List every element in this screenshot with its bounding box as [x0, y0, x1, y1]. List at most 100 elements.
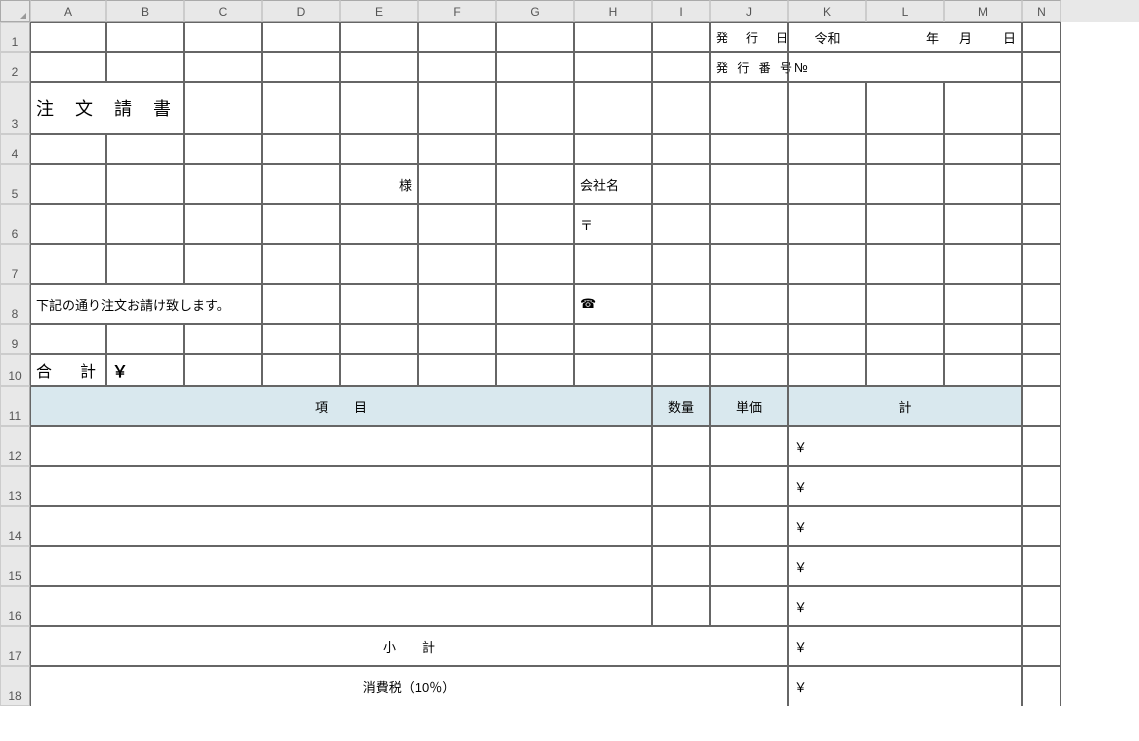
- cell-D4[interactable]: [262, 134, 340, 164]
- cell-N15[interactable]: [1022, 546, 1061, 586]
- rownum-14[interactable]: 14: [0, 506, 30, 546]
- cell-F4[interactable]: [418, 134, 496, 164]
- qty-15[interactable]: [652, 546, 710, 586]
- cell-L6[interactable]: [866, 204, 944, 244]
- cell-J3[interactable]: [710, 82, 788, 134]
- rownum-7[interactable]: 7: [0, 244, 30, 284]
- cell-J8[interactable]: [710, 284, 788, 324]
- cell-E4[interactable]: [340, 134, 418, 164]
- header-subtotal[interactable]: 計: [788, 386, 1022, 426]
- cell-E1[interactable]: [340, 22, 418, 52]
- item-12[interactable]: [30, 426, 652, 466]
- cell-C7[interactable]: [184, 244, 262, 284]
- cell-A6[interactable]: [30, 204, 106, 244]
- cell-G2[interactable]: [496, 52, 574, 82]
- cell-I4[interactable]: [652, 134, 710, 164]
- cell-C1[interactable]: [184, 22, 262, 52]
- cell-N17[interactable]: [1022, 626, 1061, 666]
- cell-L5[interactable]: [866, 164, 944, 204]
- unitprice-14[interactable]: [710, 506, 788, 546]
- cell-E10[interactable]: [340, 354, 418, 386]
- cell-H5-company[interactable]: 会社名: [574, 164, 652, 204]
- cell-K6[interactable]: [788, 204, 866, 244]
- cell-B8[interactable]: [106, 284, 184, 324]
- cell-M7[interactable]: [944, 244, 1022, 284]
- cell-I7[interactable]: [652, 244, 710, 284]
- rownum-8[interactable]: 8: [0, 284, 30, 324]
- cell-C6[interactable]: [184, 204, 262, 244]
- cell-G6[interactable]: [496, 204, 574, 244]
- rownum-9[interactable]: 9: [0, 324, 30, 354]
- cell-I10[interactable]: [652, 354, 710, 386]
- cell-L8[interactable]: [866, 284, 944, 324]
- cell-N14[interactable]: [1022, 506, 1061, 546]
- cell-D8[interactable]: [262, 284, 340, 324]
- cell-C8[interactable]: [184, 284, 262, 324]
- cell-M10[interactable]: [944, 354, 1022, 386]
- cell-I6[interactable]: [652, 204, 710, 244]
- cell-I1[interactable]: [652, 22, 710, 52]
- cell-M9[interactable]: [944, 324, 1022, 354]
- cell-H8-tel[interactable]: ☎: [574, 284, 652, 324]
- cell-M5[interactable]: [944, 164, 1022, 204]
- cell-G8[interactable]: [496, 284, 574, 324]
- cell-L4[interactable]: [866, 134, 944, 164]
- cell-A9[interactable]: [30, 324, 106, 354]
- cell-D10[interactable]: [262, 354, 340, 386]
- unitprice-15[interactable]: [710, 546, 788, 586]
- cell-K3[interactable]: [788, 82, 866, 134]
- rownum-12[interactable]: 12: [0, 426, 30, 466]
- cell-G4[interactable]: [496, 134, 574, 164]
- cell-F7[interactable]: [418, 244, 496, 284]
- col-G[interactable]: G: [496, 0, 574, 22]
- cell-B3[interactable]: [106, 82, 184, 134]
- rownum-5[interactable]: 5: [0, 164, 30, 204]
- cell-G3[interactable]: [496, 82, 574, 134]
- cell-D5[interactable]: [262, 164, 340, 204]
- cell-K8[interactable]: [788, 284, 866, 324]
- col-A[interactable]: A: [30, 0, 106, 22]
- header-item[interactable]: 項 目: [30, 386, 652, 426]
- col-F[interactable]: F: [418, 0, 496, 22]
- sub-12[interactable]: ￥: [788, 426, 1022, 466]
- cell-D9[interactable]: [262, 324, 340, 354]
- cell-K2-no[interactable]: №: [788, 52, 866, 82]
- cell-B9[interactable]: [106, 324, 184, 354]
- cell-E9[interactable]: [340, 324, 418, 354]
- cell-B7[interactable]: [106, 244, 184, 284]
- cell-I3[interactable]: [652, 82, 710, 134]
- cell-J9[interactable]: [710, 324, 788, 354]
- rownum-16[interactable]: 16: [0, 586, 30, 626]
- cell-H7[interactable]: [574, 244, 652, 284]
- cell-H10[interactable]: [574, 354, 652, 386]
- rownum-18[interactable]: 18: [0, 666, 30, 706]
- cell-H2[interactable]: [574, 52, 652, 82]
- cell-A7[interactable]: [30, 244, 106, 284]
- cell-L10[interactable]: [866, 354, 944, 386]
- col-C[interactable]: C: [184, 0, 262, 22]
- cell-B5[interactable]: [106, 164, 184, 204]
- header-qty[interactable]: 数量: [652, 386, 710, 426]
- rownum-10[interactable]: 10: [0, 354, 30, 386]
- cell-A8-note[interactable]: 下記の通り注文お請け致します。: [30, 284, 106, 324]
- cell-H6-postal[interactable]: 〒: [574, 204, 652, 244]
- cell-L3[interactable]: [866, 82, 944, 134]
- cell-H4[interactable]: [574, 134, 652, 164]
- cell-J7[interactable]: [710, 244, 788, 284]
- cell-C3[interactable]: [184, 82, 262, 134]
- cell-C2[interactable]: [184, 52, 262, 82]
- cell-N4[interactable]: [1022, 134, 1061, 164]
- cell-F1[interactable]: [418, 22, 496, 52]
- sub-15[interactable]: ￥: [788, 546, 1022, 586]
- cell-J2-issuenum[interactable]: 発 行 番 号: [710, 52, 788, 82]
- cell-F9[interactable]: [418, 324, 496, 354]
- col-M[interactable]: M: [944, 0, 1022, 22]
- cell-I2[interactable]: [652, 52, 710, 82]
- cell-M4[interactable]: [944, 134, 1022, 164]
- col-H[interactable]: H: [574, 0, 652, 22]
- cell-M6[interactable]: [944, 204, 1022, 244]
- cell-N6[interactable]: [1022, 204, 1061, 244]
- cell-B1[interactable]: [106, 22, 184, 52]
- cell-G5[interactable]: [496, 164, 574, 204]
- col-D[interactable]: D: [262, 0, 340, 22]
